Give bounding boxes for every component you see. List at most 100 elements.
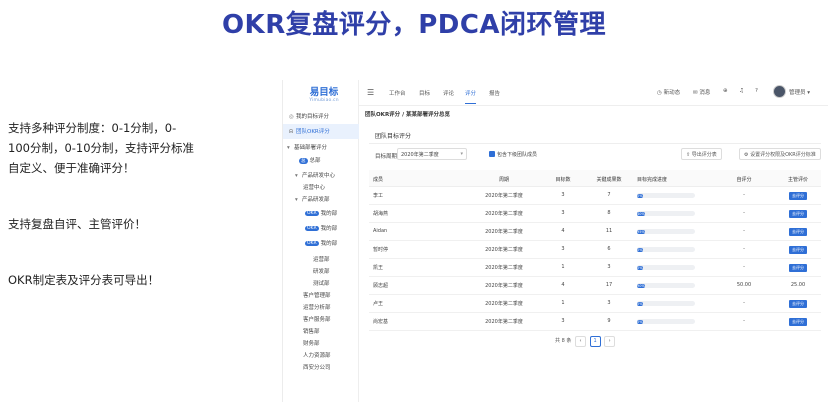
kr-count: 3 bbox=[607, 264, 611, 270]
col-member[interactable]: 成员 bbox=[373, 176, 383, 183]
col-objectives[interactable]: 目标数 bbox=[543, 176, 583, 183]
chevron-down-icon: ▾ bbox=[287, 145, 290, 151]
bell-icon[interactable]: ♫ bbox=[739, 88, 744, 94]
col-key-results[interactable]: 关键成果数 bbox=[589, 176, 629, 183]
score-table: 成员 周期 目标数 关键成果数 目标完成进度 自评分 主管评价 李工 2020年第… bbox=[369, 170, 821, 331]
sidebar-item-dev[interactable]: 研发部 bbox=[283, 266, 359, 276]
prev-page-button[interactable]: ‹ bbox=[574, 336, 586, 347]
progress-fill: 0% bbox=[637, 194, 643, 198]
col-period[interactable]: 周期 bbox=[469, 176, 539, 183]
feature-scoring-systems: 支持多种评分制度：0-1分制，0-100分制，0-10分制，支持评分标准自定义、… bbox=[8, 121, 195, 175]
objective-count: 3 bbox=[561, 192, 565, 198]
member-name: 胡海燕 bbox=[373, 211, 389, 217]
col-self-score[interactable]: 自评分 bbox=[719, 176, 769, 183]
progress-bar: 95% bbox=[637, 229, 695, 234]
rate-button[interactable]: 去评分 bbox=[789, 318, 807, 326]
rate-button[interactable]: 去评分 bbox=[789, 192, 807, 200]
manager-score-cell: 去评分 bbox=[773, 318, 823, 326]
settings-button[interactable]: ⚙ 设置评分权限及OKR评分标准 bbox=[739, 148, 821, 160]
tab-score[interactable]: 评分 bbox=[465, 89, 477, 104]
sidebar-item-sales[interactable]: 销售部 bbox=[283, 326, 359, 336]
sidebar-item-dept-b[interactable]: OKR 我的部 bbox=[283, 223, 359, 233]
rate-button[interactable]: 去评分 bbox=[789, 228, 807, 236]
rate-button[interactable]: 去评分 bbox=[789, 246, 807, 254]
member-name: 卢王 bbox=[373, 301, 384, 307]
progress-bar: 40% bbox=[637, 211, 695, 216]
rate-button[interactable]: 去评分 bbox=[789, 300, 807, 308]
cycle-label: 目标周期 bbox=[375, 154, 398, 160]
period: 2020年第二季度 bbox=[485, 229, 523, 235]
col-manager-score[interactable]: 主管评价 bbox=[773, 176, 823, 183]
rate-button[interactable]: 去评分 bbox=[789, 264, 807, 272]
sidebar-item-analysis[interactable]: 运营分析部 bbox=[283, 302, 359, 312]
rate-button[interactable]: 去评分 bbox=[789, 210, 807, 218]
col-progress[interactable]: 目标完成进度 bbox=[637, 176, 717, 183]
manager-score-cell: 去评分 bbox=[773, 192, 823, 200]
self-score: 50.00 bbox=[736, 282, 752, 288]
include-subteams-label: 包含下级团队成员 bbox=[497, 152, 538, 158]
next-page-button[interactable]: › bbox=[604, 336, 616, 347]
sidebar-item-dept-c[interactable]: OKR 我的部 bbox=[283, 238, 359, 248]
avatar[interactable] bbox=[773, 85, 786, 98]
progress-bar: 90% bbox=[637, 283, 695, 288]
tab-workbench[interactable]: 工作台 bbox=[389, 89, 406, 97]
export-button[interactable]: ⇪ 导出评分表 bbox=[681, 148, 722, 160]
progress-fill: 95% bbox=[637, 230, 645, 234]
total-count: 共 8 条 bbox=[555, 338, 572, 344]
logo: 易目标 Yimubiao.cn bbox=[309, 87, 339, 103]
table-row: 顾志超 2020年第二季度 4 17 90% 50.00 25.00 bbox=[369, 277, 821, 295]
sidebar-item-customer[interactable]: 客户管理部 bbox=[283, 290, 359, 300]
sidebar-item-team-score[interactable]: ᕱ 团队OKR评分 bbox=[283, 124, 359, 139]
page-1-button[interactable]: 1 bbox=[589, 336, 601, 347]
table-row: 卢王 2020年第二季度 1 3 0% - 去评分 bbox=[369, 295, 821, 313]
table-row: 胡海燕 2020年第二季度 3 8 40% - 去评分 bbox=[369, 205, 821, 223]
tab-objectives[interactable]: 目标 bbox=[419, 89, 430, 97]
sidebar-item-hr[interactable]: 人力资源部 bbox=[283, 350, 359, 360]
progress-bar: 0% bbox=[637, 193, 695, 198]
message-button[interactable]: ✉ 消息 bbox=[693, 88, 710, 96]
self-score: - bbox=[743, 264, 745, 270]
sidebar-item-dept-a[interactable]: OKR 我的部 bbox=[283, 208, 359, 218]
table-row: 尚宏基 2020年第二季度 3 9 0% - 去评分 bbox=[369, 313, 821, 331]
sidebar-item-rd-center[interactable]: ▾ 产品研发中心 bbox=[283, 170, 359, 180]
objective-count: 3 bbox=[561, 318, 565, 324]
sidebar-item-my-score[interactable]: ◎ 我的目标评分 bbox=[283, 110, 359, 122]
feature-export: OKR制定表及评分表可导出！ bbox=[8, 273, 160, 287]
help-icon[interactable]: ? bbox=[755, 88, 758, 94]
self-score: - bbox=[743, 192, 745, 198]
period: 2020年第二季度 bbox=[485, 211, 523, 217]
sidebar-item-xian[interactable]: 西安分公司 bbox=[283, 362, 359, 372]
sidebar-item-hq[interactable]: 总总部 bbox=[283, 155, 359, 165]
table-header: 成员 周期 目标数 关键成果数 目标完成进度 自评分 主管评价 bbox=[369, 170, 821, 187]
sidebar-item-test[interactable]: 测试部 bbox=[283, 278, 359, 288]
org-pill: 总 bbox=[299, 157, 308, 164]
sidebar-item-ops[interactable]: 运营部 bbox=[283, 254, 359, 264]
okr-pill: OKR bbox=[305, 211, 319, 216]
manager-score-cell: 去评分 bbox=[773, 210, 823, 218]
user-menu[interactable]: 管理员 ▾ bbox=[789, 88, 810, 96]
progress-fill: 40% bbox=[637, 212, 645, 216]
sidebar-item-service[interactable]: 客户服务部 bbox=[283, 314, 359, 324]
kr-count: 11 bbox=[605, 228, 613, 234]
kr-count: 9 bbox=[607, 318, 611, 324]
menu-icon[interactable]: ☰ bbox=[367, 88, 374, 97]
sidebar-item-rd-dept[interactable]: ▾ 产品研发部 bbox=[283, 194, 359, 204]
progress-fill: 90% bbox=[637, 284, 645, 288]
self-score: - bbox=[743, 300, 745, 306]
add-icon[interactable]: ⊕ bbox=[723, 88, 728, 94]
news-button[interactable]: ◷ 新动态 bbox=[657, 88, 680, 96]
include-subteams-checkbox[interactable] bbox=[489, 151, 495, 157]
kr-count: 7 bbox=[607, 192, 611, 198]
progress-fill: 0% bbox=[637, 320, 643, 324]
feature-self-review: 支持复盘自评、主管评价！ bbox=[8, 217, 146, 231]
tab-review[interactable]: 评论 bbox=[443, 89, 454, 97]
tab-report[interactable]: 报告 bbox=[489, 89, 500, 97]
okr-pill: OKR bbox=[305, 226, 319, 231]
okr-pill: OKR bbox=[305, 241, 319, 246]
member-name: 李工 bbox=[373, 193, 384, 199]
table-row: 凯王 2020年第二季度 1 3 0% - 去评分 bbox=[369, 259, 821, 277]
cycle-select[interactable]: 2020年第二季度 ▾ bbox=[397, 148, 467, 160]
sidebar-group-base[interactable]: ▾ 基础部署评分 bbox=[283, 142, 359, 152]
sidebar-item-ops-center[interactable]: 运营中心 bbox=[283, 182, 359, 192]
sidebar-item-finance[interactable]: 财务部 bbox=[283, 338, 359, 348]
